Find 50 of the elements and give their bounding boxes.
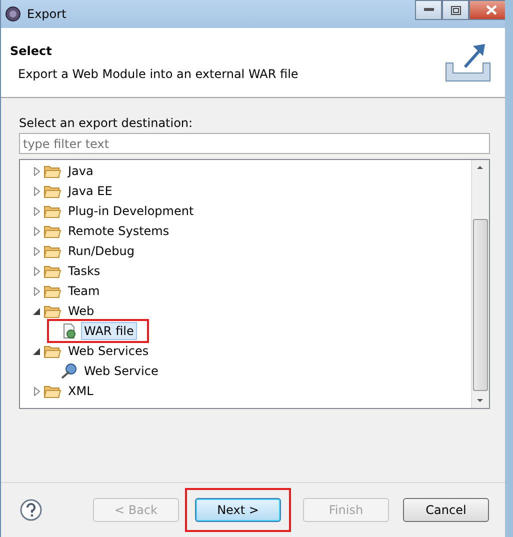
folder-icon — [44, 184, 61, 198]
page-description: Export a Web Module into an external WAR file — [17, 67, 298, 81]
dialog-button[interactable]: Next > — [195, 498, 281, 522]
folder-icon — [44, 224, 61, 238]
collapsed-arrow-icon[interactable] — [33, 246, 41, 256]
gear-icon — [5, 6, 21, 22]
collapsed-arrow-icon[interactable] — [33, 386, 41, 396]
maximize-button[interactable] — [442, 0, 469, 20]
tree-item[interactable]: Web — [65, 302, 98, 320]
tree-item[interactable]: Web Service — [81, 362, 162, 380]
window-title: Export — [27, 7, 66, 21]
minimize-icon — [424, 8, 434, 12]
file-icon — [61, 323, 77, 339]
folder-icon — [44, 264, 61, 278]
close-button[interactable] — [469, 0, 505, 20]
tree-item[interactable]: Run/Debug — [65, 242, 138, 260]
folder-icon — [44, 244, 61, 258]
scrollbar[interactable] — [471, 160, 489, 408]
help-icon[interactable] — [20, 499, 42, 521]
tree-item[interactable]: XML — [65, 382, 96, 400]
collapsed-arrow-icon[interactable] — [33, 166, 41, 176]
folder-icon — [44, 204, 61, 218]
folder-icon — [44, 164, 61, 178]
collapsed-arrow-icon[interactable] — [33, 186, 41, 196]
maximize-icon — [450, 6, 460, 14]
minimize-button[interactable] — [415, 0, 442, 20]
tree-item[interactable]: Java EE — [65, 182, 116, 200]
tree-item[interactable]: Web Services — [65, 342, 152, 360]
tree-item[interactable]: WAR file — [81, 322, 137, 340]
expanded-arrow-icon[interactable] — [33, 346, 41, 356]
dialog-button[interactable]: Cancel — [403, 498, 489, 522]
tree-item[interactable]: Plug-in Development — [65, 202, 197, 220]
folder-icon — [44, 344, 61, 358]
page-title: Select — [10, 44, 53, 58]
tree-item[interactable]: Tasks — [65, 262, 104, 280]
folder-icon — [44, 384, 61, 398]
tree-item[interactable]: Remote Systems — [65, 222, 172, 240]
expanded-arrow-icon[interactable] — [33, 306, 41, 316]
collapsed-arrow-icon[interactable] — [33, 266, 41, 276]
tree-item[interactable]: Team — [65, 282, 103, 300]
collapsed-arrow-icon[interactable] — [33, 286, 41, 296]
destination-label: Select an export destination: — [19, 116, 194, 130]
tree-item[interactable]: Java — [65, 162, 96, 180]
folder-icon — [44, 304, 61, 318]
scroll-thumb[interactable] — [473, 219, 488, 391]
filter-field[interactable]: type filter text — [19, 133, 490, 154]
close-icon — [486, 5, 496, 15]
collapsed-arrow-icon[interactable] — [33, 226, 41, 236]
collapsed-arrow-icon[interactable] — [33, 206, 41, 216]
folder-icon — [44, 284, 61, 298]
